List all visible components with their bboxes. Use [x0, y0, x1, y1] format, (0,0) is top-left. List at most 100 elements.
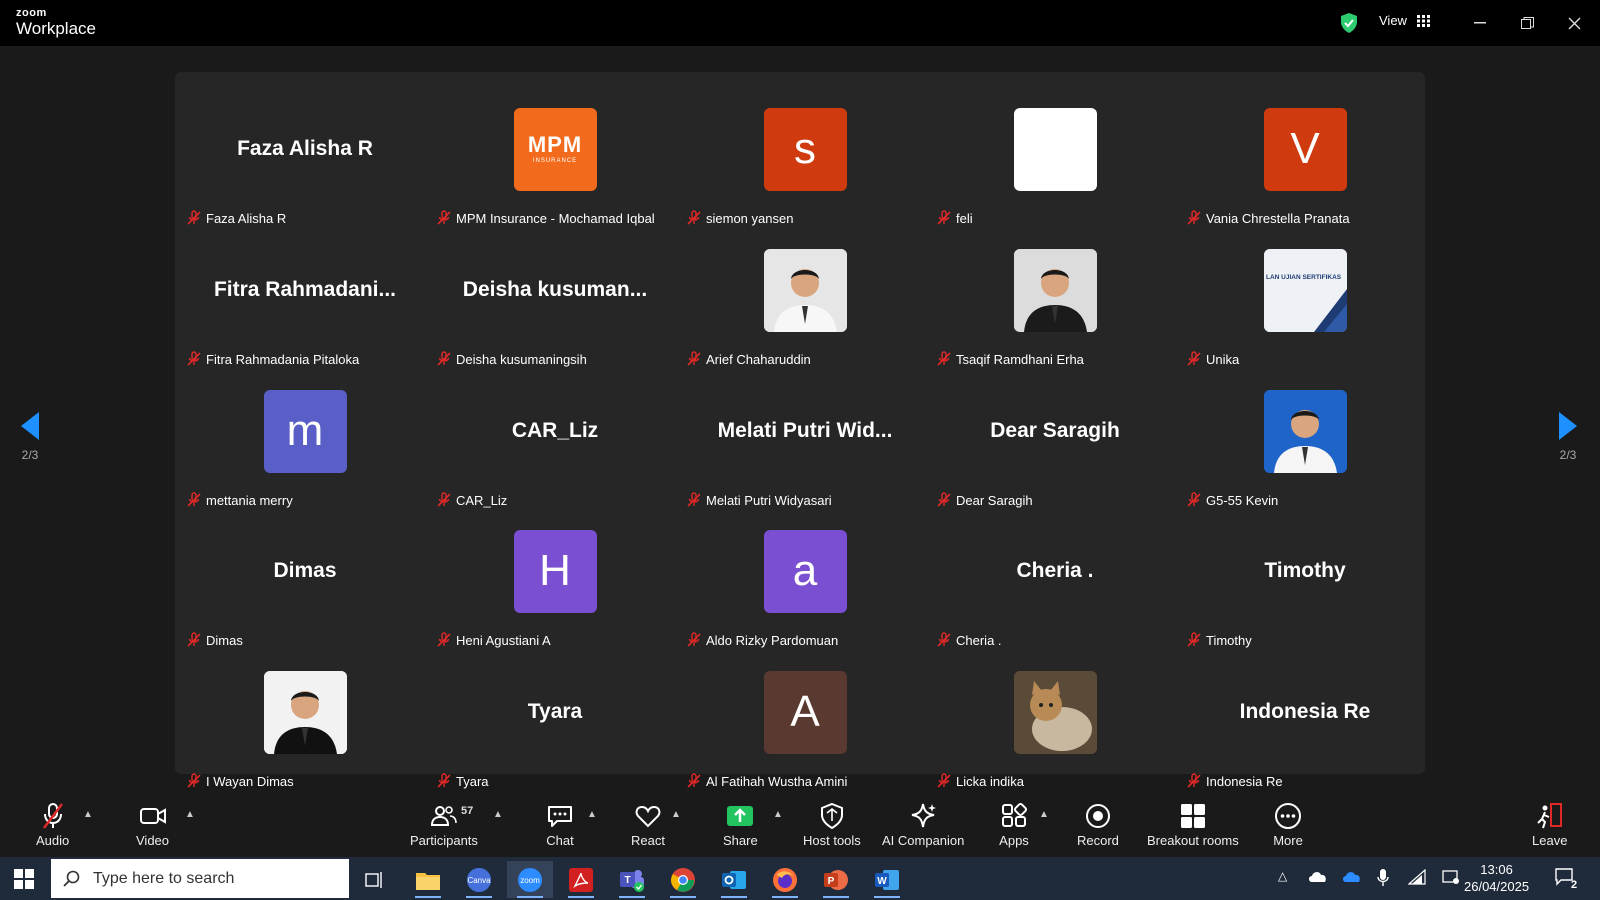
onedrive-business-icon[interactable] [1342, 869, 1362, 883]
video-button[interactable]: Video [136, 801, 169, 848]
participant-photo: LAN UJIAN SERTIFIKAS [1263, 248, 1347, 332]
page-indicator-left: 2/3 [21, 448, 39, 462]
participant-tile[interactable]: A Al Fatihah Wustha Amini [680, 653, 930, 794]
participant-name: Aldo Rizky Pardomuan [706, 632, 839, 648]
firefox-icon[interactable] [762, 861, 808, 898]
muted-mic-icon [187, 351, 201, 366]
participant-name: feli [956, 210, 973, 226]
participant-tile[interactable]: G5-55 Kevin [1180, 372, 1430, 513]
participant-tile[interactable]: Arief Chaharuddin [680, 231, 930, 372]
leave-button[interactable]: Leave [1532, 801, 1567, 848]
participant-tile[interactable]: H Heni Agustiani A [430, 512, 680, 653]
participant-tile[interactable]: Fitra Rahmadani... Fitra Rahmadania Pital… [180, 231, 430, 372]
video-options-chevron-icon[interactable]: ▲ [185, 809, 195, 820]
participant-tile[interactable]: Deisha kusuman... Deisha kusumaningsih [430, 231, 680, 372]
microphone-tray-icon[interactable] [1377, 869, 1389, 887]
react-options-chevron-icon[interactable]: ▲ [671, 809, 681, 820]
participant-tile[interactable]: Melati Putri Wid... Melati Putri Widyasar… [680, 372, 930, 513]
minimize-icon[interactable] [1467, 10, 1493, 36]
participant-tile[interactable]: Indonesia Re Indonesia Re [1180, 653, 1430, 794]
page-indicator-right: 2/3 [1559, 448, 1577, 462]
chat-options-chevron-icon[interactable]: ▲ [587, 809, 597, 820]
share-button[interactable]: Share [723, 801, 758, 848]
chat-button[interactable]: Chat [545, 801, 575, 848]
clock-date: 26/04/2025 [1464, 879, 1530, 894]
participant-tile[interactable]: s siemon yansen [680, 90, 930, 231]
participant-tile[interactable]: Dimas Dimas [180, 512, 430, 653]
word-icon[interactable]: W [864, 861, 910, 898]
video-label: Video [136, 833, 170, 848]
participant-tile[interactable]: Timothy Timothy [1180, 512, 1430, 653]
wifi-icon[interactable] [1408, 869, 1426, 885]
taskbar-search-box[interactable]: Type here to search [51, 859, 349, 898]
participant-name-label: Tsaqif Ramdhani Erha [936, 349, 1084, 369]
participant-name-label: siemon yansen [686, 208, 793, 228]
participant-name: Cheria . [956, 632, 1002, 648]
tile-content: Indonesia Re [1180, 653, 1430, 771]
record-button[interactable]: Record [1077, 801, 1119, 848]
powerpoint-icon[interactable]: P [813, 861, 859, 898]
participant-tile[interactable]: a Aldo Rizky Pardomuan [680, 512, 930, 653]
muted-mic-icon [1187, 210, 1201, 225]
ai-companion-button[interactable]: AI Companion [882, 801, 964, 848]
participant-photo [1013, 248, 1097, 332]
windows-start-icon[interactable] [14, 869, 34, 889]
apps-options-chevron-icon[interactable]: ▲ [1039, 809, 1049, 820]
system-clock[interactable]: 13:06 26/04/2025 [1464, 861, 1529, 895]
participant-avatar: m [263, 389, 347, 473]
outlook-icon[interactable] [711, 861, 757, 898]
participant-name-label: Dimas [186, 630, 243, 650]
teams-icon[interactable]: T [609, 861, 655, 898]
onedrive-personal-icon[interactable] [1308, 869, 1328, 883]
participant-tile[interactable]: CAR_Liz CAR_Liz [430, 372, 680, 513]
participant-tile[interactable]: Tsaqif Ramdhani Erha [930, 231, 1180, 372]
windows-taskbar: Type here to search Canva zoom T P W △ 1… [0, 857, 1600, 900]
react-button[interactable]: React [631, 801, 665, 848]
participant-tile[interactable]: feli [930, 90, 1180, 231]
display-tray-icon[interactable] [1442, 869, 1460, 885]
participant-name-label: Tyara [436, 771, 489, 791]
participant-tile[interactable]: I Wayan Dimas [180, 653, 430, 794]
acrobat-icon[interactable] [558, 861, 604, 898]
tile-content [930, 231, 1180, 349]
tile-content: Faza Alisha R [180, 90, 430, 208]
participant-tile[interactable]: LAN UJIAN SERTIFIKAS Unika [1180, 231, 1430, 372]
breakout-rooms-button[interactable]: Breakout rooms [1147, 801, 1239, 848]
audio-button[interactable]: Audio [36, 801, 69, 848]
apps-icon [1002, 802, 1028, 827]
more-button[interactable]: More [1273, 801, 1303, 848]
participant-tile[interactable]: Cheria . Cheria . [930, 512, 1180, 653]
muted-mic-icon [437, 773, 451, 788]
participant-tile[interactable]: V Vania Chrestella Pranata [1180, 90, 1430, 231]
next-page-button[interactable]: 2/3 [1553, 412, 1583, 462]
participant-tile[interactable]: Tyara Tyara [430, 653, 680, 794]
view-button[interactable]: View [1379, 13, 1431, 28]
participants-options-chevron-icon[interactable]: ▲ [493, 809, 503, 820]
file-explorer-icon[interactable] [405, 861, 451, 898]
previous-page-button[interactable]: 2/3 [15, 412, 45, 462]
zoom-app-icon[interactable]: zoom [507, 861, 553, 898]
participant-tile[interactable]: m mettania merry [180, 372, 430, 513]
host-tools-button[interactable]: Host tools [803, 801, 861, 848]
avatar-initial: A [790, 687, 820, 736]
chrome-icon[interactable] [660, 861, 706, 898]
apps-button[interactable]: Apps [999, 801, 1029, 848]
tray-overflow-chevron-icon[interactable]: △ [1278, 869, 1287, 883]
tile-content: CAR_Liz [430, 372, 680, 490]
close-icon[interactable] [1561, 10, 1587, 36]
participant-name: Tyara [456, 773, 489, 789]
encryption-shield-icon[interactable] [1339, 12, 1359, 34]
audio-options-chevron-icon[interactable]: ▲ [83, 809, 93, 820]
share-options-chevron-icon[interactable]: ▲ [773, 809, 783, 820]
restore-icon[interactable] [1514, 10, 1540, 36]
participant-name: Al Fatihah Wustha Amini [706, 773, 848, 789]
participant-tile[interactable]: Faza Alisha R Faza Alisha R [180, 90, 430, 231]
audio-label: Audio [36, 833, 70, 848]
participant-tile[interactable]: Dear Saragih Dear Saragih [930, 372, 1180, 513]
task-view-icon[interactable] [352, 861, 398, 898]
muted-mic-icon [687, 773, 701, 788]
participant-tile[interactable]: MPM INSURANCE MPM Insurance - Mochamad Iqb… [430, 90, 680, 231]
participant-tile[interactable]: Licka indika [930, 653, 1180, 794]
participant-display-name: Cheria . [1016, 559, 1094, 582]
canva-icon[interactable]: Canva [456, 861, 502, 898]
